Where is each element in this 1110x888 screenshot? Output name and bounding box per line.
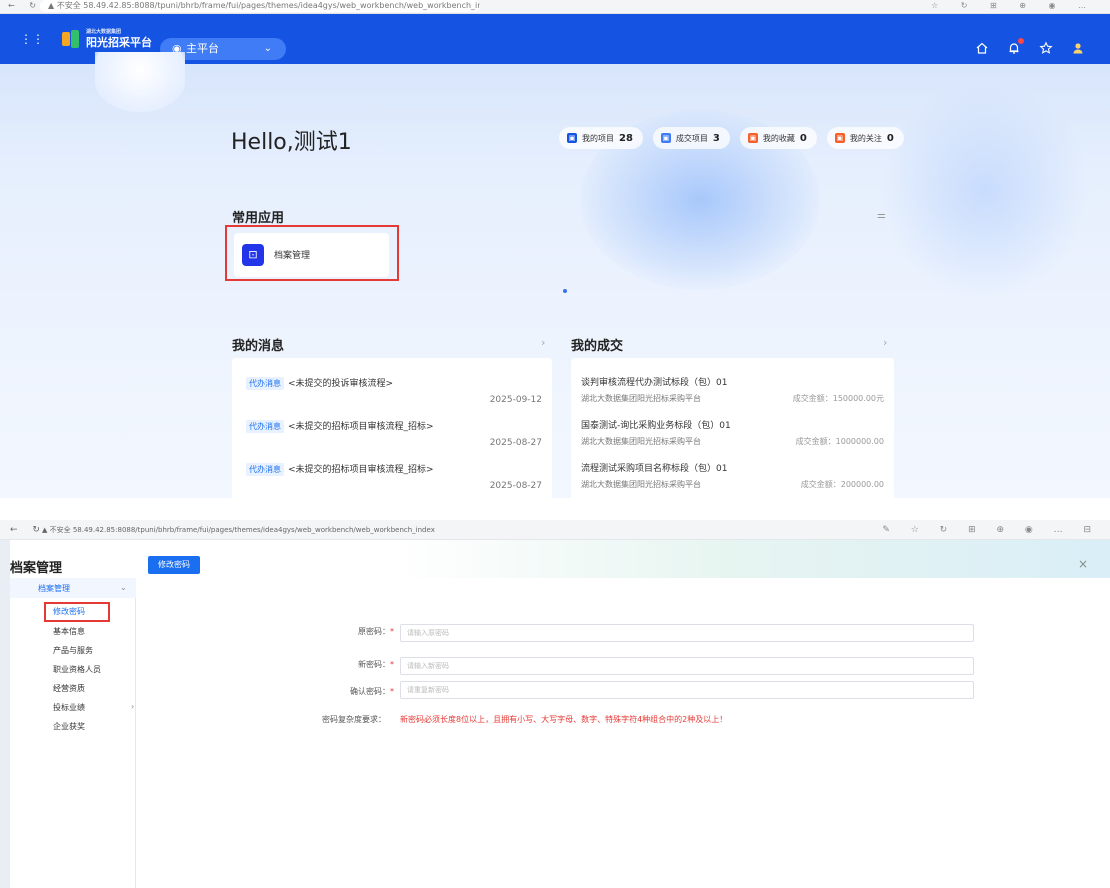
message-tag: 代办消息 xyxy=(246,463,284,476)
home-icon[interactable] xyxy=(974,41,990,57)
sidebar-group-archive[interactable]: 档案管理 ⌄ xyxy=(10,578,136,598)
list-item[interactable]: 代办消息 <未提交的投诉审核流程> xyxy=(246,376,393,390)
list-item[interactable]: 代办消息 <未提交的招标项目审核流程_招标> xyxy=(246,419,434,433)
stat-label: 我的关注 xyxy=(849,133,882,143)
stat-my-projects[interactable]: ▣ 我的项目 28 xyxy=(559,127,643,149)
archive-screenshot: ← ↻ ▲ 不安全 58.49.42.85:8088/tpuni/bhrb/fr… xyxy=(0,520,1110,888)
browser-toolbar: ← ↻ ▲ 不安全 58.49.42.85:8088/tpuni/bhrb/fr… xyxy=(0,520,1110,540)
notification-dot xyxy=(1018,38,1024,44)
message-date: 2025-08-27 xyxy=(489,481,542,491)
confirm-password-label: 确认密码：* xyxy=(350,687,394,696)
message-tag: 代办消息 xyxy=(246,377,284,390)
logo-title: 阳光招采平台 xyxy=(86,36,152,49)
stat-deal-projects[interactable]: ▣ 成交项目 3 xyxy=(652,127,730,149)
chevron-right-icon: › xyxy=(131,702,135,711)
sidebar-item-awards[interactable]: 企业获奖 xyxy=(53,721,85,732)
stat-count: 28 xyxy=(619,132,633,144)
message-text: <未提交的招标项目审核流程_招标> xyxy=(288,422,434,432)
user-avatar-icon[interactable] xyxy=(1070,41,1086,57)
message-text: <未提交的投诉审核流程> xyxy=(288,379,394,389)
address-bar[interactable]: ▲ 不安全 58.49.42.85:8088/tpuni/bhrb/frame/… xyxy=(42,524,435,536)
app-menu-grid-icon[interactable]: ⋮⋮ xyxy=(20,30,44,48)
list-item[interactable]: 代办消息 <未提交的招标项目审核流程_招标> xyxy=(246,462,434,476)
sidebar-item-label: 投标业绩 xyxy=(53,703,85,712)
project-icon: ▣ xyxy=(567,133,577,143)
deal-amount: 成交金额：1000000.00 xyxy=(795,437,884,446)
sidebar-group-label: 档案管理 xyxy=(38,584,70,593)
stat-my-favorites[interactable]: ▣ 我的收藏 0 xyxy=(739,127,817,149)
password-rule-label: 密码复杂度要求： xyxy=(322,715,386,724)
new-password-label: 新密码：* xyxy=(358,660,394,669)
sidebar-item-qualified-staff[interactable]: 职业资格人员 xyxy=(53,664,101,675)
message-date: 2025-08-27 xyxy=(489,438,542,448)
settings-sliders-icon[interactable]: ⚌ xyxy=(877,210,886,221)
platform-selector-label: 主平台 xyxy=(186,42,219,55)
deal-title[interactable]: 谈判审核流程代办测试标段（包）01 xyxy=(581,375,727,388)
old-password-input[interactable]: 请输入原密码 xyxy=(400,624,974,642)
stat-my-follows[interactable]: ▣ 我的关注 0 xyxy=(826,127,904,149)
message-tag: 代办消息 xyxy=(246,420,284,433)
deals-title: 我的成交 xyxy=(571,339,624,354)
deals-more-arrow[interactable]: › xyxy=(883,336,887,349)
messages-more-arrow[interactable]: › xyxy=(541,336,545,349)
browser-toolbar: ← ↻ ▲ 不安全 58.49.42.85:8088/tpuni/bhrb/fr… xyxy=(0,0,1110,14)
decorative-shape xyxy=(95,52,185,112)
sidebar-item-bid-performance[interactable]: 投标业绩 › xyxy=(53,702,143,713)
stat-label: 我的收藏 xyxy=(762,133,795,143)
carousel-dot[interactable] xyxy=(563,289,567,293)
deal-org: 湖北大数据集团阳光招标采购平台 xyxy=(581,437,701,446)
close-icon[interactable]: × xyxy=(1078,557,1088,571)
sidebar-item-business-qualification[interactable]: 经营资质 xyxy=(53,683,85,694)
platform-logo[interactable]: 湖北大数据集团 阳光招采平台 xyxy=(60,25,152,53)
password-rule-text: 新密码必须长度8位以上，且拥有小写、大写字母、数字、特殊字符4种组合中的2种及以… xyxy=(400,715,728,724)
sidebar-item-basic-info[interactable]: 基本信息 xyxy=(53,626,85,637)
deal-icon: ▣ xyxy=(660,133,671,143)
tab-change-password[interactable]: 修改密码 xyxy=(148,556,200,574)
stat-count: 0 xyxy=(799,132,807,144)
messages-panel: 代办消息 <未提交的投诉审核流程> 2025-09-12 代办消息 <未提交的招标项… xyxy=(232,358,552,498)
stat-count: 0 xyxy=(886,132,894,144)
stat-label: 成交项目 xyxy=(675,133,708,143)
logo-mark-icon xyxy=(60,28,82,50)
greeting: Hello,测试1 xyxy=(231,130,352,155)
browser-toolbar-icons[interactable]: ✎ ☆ ↻ ⊞ ⊕ ◉ … ⊟ xyxy=(882,521,1100,539)
highlight-box xyxy=(44,602,110,622)
decorative-shape xyxy=(880,80,1090,300)
message-text: <未提交的招标项目审核流程_招标> xyxy=(288,465,434,475)
highlight-box xyxy=(225,225,399,281)
star-icon[interactable] xyxy=(1038,41,1054,57)
favorite-icon: ▣ xyxy=(747,133,758,143)
frame-edge xyxy=(0,540,10,888)
stat-label: 我的项目 xyxy=(582,133,614,143)
browser-toolbar-icons[interactable]: ☆ ↻ ⊞ ⊕ ◉ … xyxy=(931,0,1096,12)
deal-amount: 成交金额：200000.00 xyxy=(800,480,884,489)
workbench-screenshot: ← ↻ ▲ 不安全 58.49.42.85:8088/tpuni/bhrb/fr… xyxy=(0,0,1110,498)
messages-title: 我的消息 xyxy=(232,339,285,354)
address-bar[interactable]: ▲ 不安全 58.49.42.85:8088/tpuni/bhrb/frame/… xyxy=(40,0,480,12)
logo-subtitle: 湖北大数据集团 xyxy=(86,29,122,35)
stat-count: 3 xyxy=(712,132,720,144)
confirm-password-input[interactable]: 请重复新密码 xyxy=(400,681,974,699)
page-title: 档案管理 xyxy=(10,561,63,576)
chevron-down-icon: ⌄ xyxy=(263,43,272,54)
browser-nav-buttons[interactable]: ← ↻ xyxy=(8,0,42,12)
deal-title[interactable]: 国泰测试-询比采购业务标段（包）01 xyxy=(581,418,731,431)
notification-bell-icon[interactable] xyxy=(1006,38,1024,57)
chevron-down-icon: ⌄ xyxy=(120,583,127,592)
deals-panel: 谈判审核流程代办测试标段（包）01 湖北大数据集团阳光招标采购平台 成交金额：1… xyxy=(571,358,894,498)
new-password-input[interactable]: 请输入新密码 xyxy=(400,657,974,675)
sidebar: 档案管理 ⌄ 修改密码 基本信息 产品与服务 职业资格人员 经营资质 投标业绩 … xyxy=(10,578,136,888)
old-password-label: 原密码：* xyxy=(358,627,394,636)
deal-title[interactable]: 流程测试采购项目名称标段（包）01 xyxy=(581,461,727,474)
browser-nav-buttons[interactable]: ← ↻ xyxy=(10,521,46,539)
sidebar-item-products[interactable]: 产品与服务 xyxy=(53,645,93,656)
deal-amount: 成交金额：150000.00元 xyxy=(792,394,884,403)
follow-icon: ▣ xyxy=(834,133,845,143)
deal-org: 湖北大数据集团阳光招标采购平台 xyxy=(581,394,701,403)
common-apps-title: 常用应用 xyxy=(232,211,285,226)
message-date: 2025-09-12 xyxy=(489,395,542,405)
stats-row: ▣ 我的项目 28 ▣ 成交项目 3 ▣ 我的收藏 0 ▣ 我的关注 0 xyxy=(559,127,904,149)
deal-org: 湖北大数据集团阳光招标采购平台 xyxy=(581,480,701,489)
